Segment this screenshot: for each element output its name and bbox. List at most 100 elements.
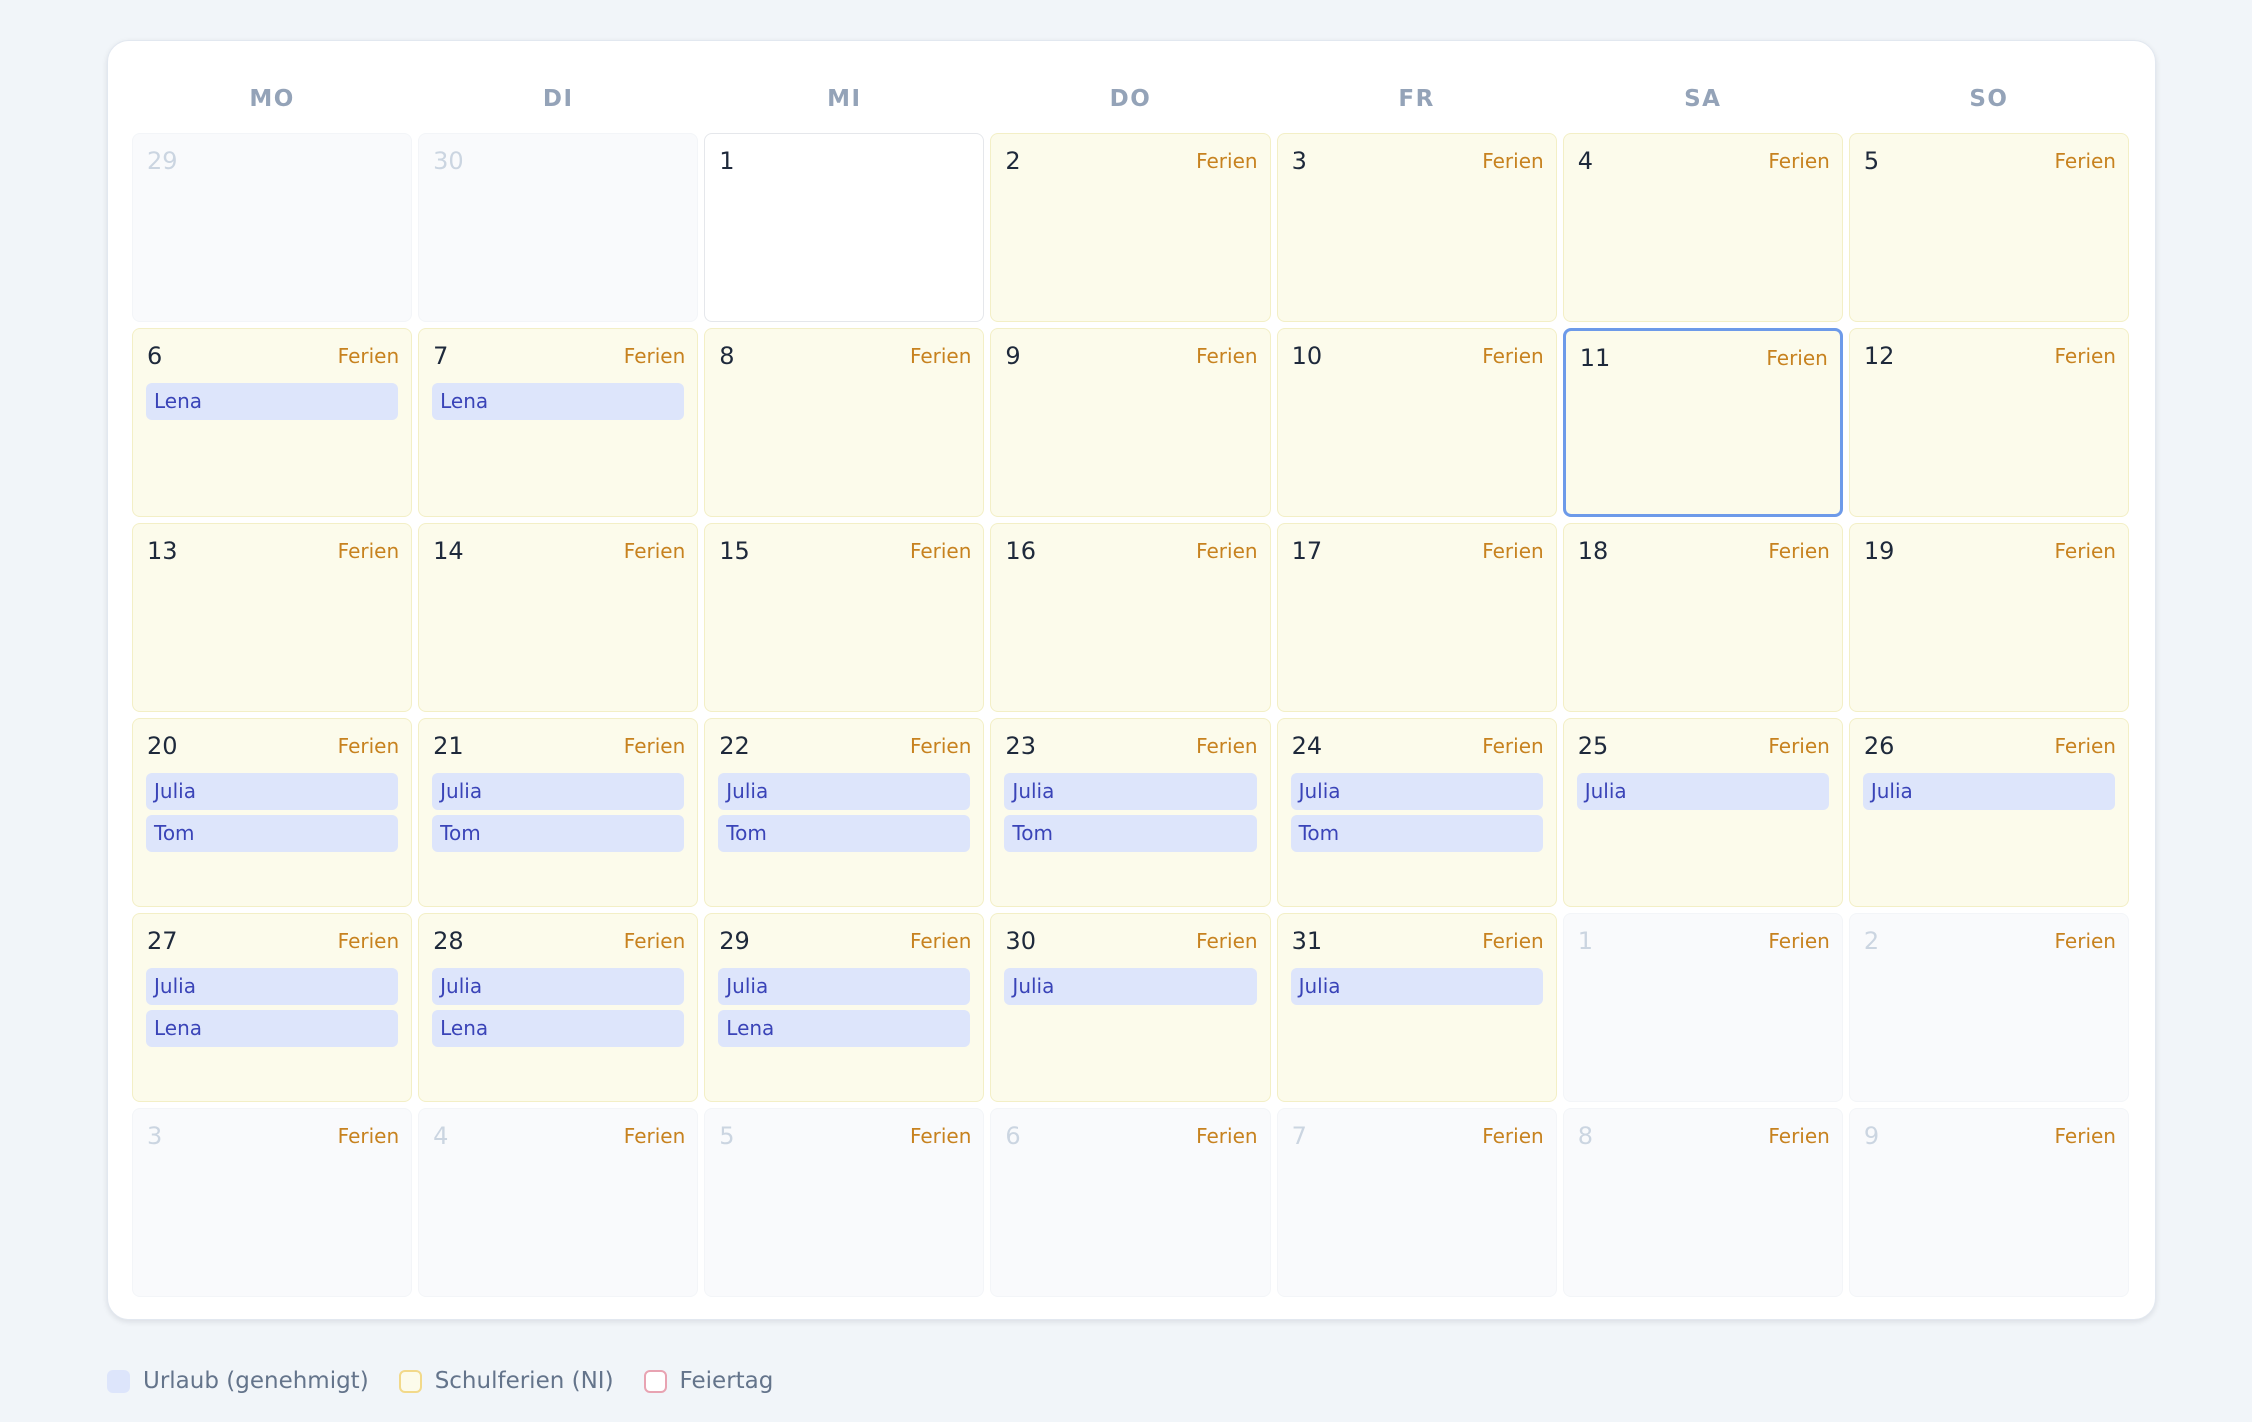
vacation-event[interactable]: Julia	[432, 968, 685, 1005]
calendar-day[interactable]: 19 Ferien	[1848, 523, 2129, 712]
legend-label-school: Schulferien (NI)	[434, 1368, 614, 1394]
calendar-day[interactable]: 28 Ferien Julia Lena	[418, 913, 699, 1102]
vacation-event[interactable]: Julia	[1576, 773, 1829, 810]
vacation-event[interactable]: Julia	[1290, 968, 1543, 1005]
school-holiday-tag: Ferien	[2054, 539, 2116, 563]
calendar-day[interactable]: 13 Ferien	[132, 523, 413, 712]
vacation-event[interactable]: Lena	[146, 383, 399, 420]
school-holiday-tag: Ferien	[1482, 734, 1544, 758]
event-list: Julia	[1576, 773, 1829, 810]
calendar-day[interactable]: 22 Ferien Julia Tom	[704, 718, 985, 907]
legend-item-holiday: Feiertag	[643, 1368, 773, 1394]
calendar-day[interactable]: 6 Ferien Lena	[132, 328, 413, 517]
school-holiday-tag: Ferien	[909, 734, 972, 758]
calendar-day[interactable]: 26 Ferien Julia	[1848, 718, 2129, 907]
day-number: 15	[719, 537, 750, 565]
calendar-day[interactable]: 9 Ferien	[1848, 1108, 2129, 1297]
calendar-day[interactable]: 3 Ferien	[1276, 133, 1557, 322]
vacation-event[interactable]: Lena	[432, 383, 685, 420]
day-number: 29	[147, 147, 178, 175]
vacation-event[interactable]: Julia	[718, 968, 971, 1005]
calendar-day[interactable]: 1	[704, 133, 985, 322]
school-holiday-tag: Ferien	[623, 734, 686, 758]
calendar-day[interactable]: 2 Ferien	[990, 133, 1271, 322]
calendar-day[interactable]: 18 Ferien	[1562, 523, 1843, 712]
vacation-event[interactable]: Tom	[1290, 815, 1543, 852]
day-number: 7	[433, 342, 449, 370]
calendar-day[interactable]: 8 Ferien	[1562, 1108, 1843, 1297]
vacation-event[interactable]: Julia	[1004, 773, 1257, 810]
calendar-day[interactable]: 25 Ferien Julia	[1562, 718, 1843, 907]
school-holiday-tag: Ferien	[1768, 929, 1830, 953]
day-number: 9	[1863, 1122, 1880, 1150]
calendar-day[interactable]: 6 Ferien	[990, 1108, 1271, 1297]
calendar-day[interactable]: 30	[418, 133, 699, 322]
school-holiday-tag: Ferien	[1482, 1124, 1544, 1148]
event-list: Julia Lena	[146, 968, 399, 1047]
calendar-day[interactable]: 16 Ferien	[990, 523, 1271, 712]
calendar-day[interactable]: 1 Ferien	[1562, 913, 1843, 1102]
weekday-header: MO DI MI DO FR SA SO	[132, 79, 2129, 119]
calendar-day[interactable]: 31 Ferien Julia	[1276, 913, 1557, 1102]
event-list: Julia Tom	[146, 773, 399, 852]
calendar-day[interactable]: 5 Ferien	[704, 1108, 985, 1297]
calendar-day[interactable]: 12 Ferien	[1848, 328, 2129, 517]
vacation-event[interactable]: Julia	[432, 773, 685, 810]
school-holiday-tag: Ferien	[623, 539, 686, 563]
vacation-event[interactable]: Julia	[718, 773, 971, 810]
calendar-day-today[interactable]: 11 Ferien	[1562, 328, 1843, 517]
calendar-day[interactable]: 4 Ferien	[1562, 133, 1843, 322]
vacation-event[interactable]: Lena	[146, 1010, 399, 1047]
calendar-day[interactable]: 14 Ferien	[418, 523, 699, 712]
month-grid: 29 30 1 2 Ferien 3 Ferien 4 Ferien 5 Ferien 6 Ferien…	[132, 133, 2129, 1297]
vacation-event[interactable]: Julia	[146, 773, 399, 810]
vacation-event[interactable]: Julia	[1004, 968, 1257, 1005]
calendar-day[interactable]: 27 Ferien Julia Lena	[132, 913, 413, 1102]
day-number: 2	[1005, 147, 1021, 175]
event-list: Julia Lena	[432, 968, 685, 1047]
vacation-event[interactable]: Julia	[1290, 773, 1543, 810]
event-list: Julia Lena	[718, 968, 971, 1047]
vacation-event[interactable]: Lena	[432, 1010, 685, 1047]
vacation-event[interactable]: Tom	[718, 815, 971, 852]
calendar-day[interactable]: 30 Ferien Julia	[990, 913, 1271, 1102]
vacation-event[interactable]: Lena	[718, 1010, 971, 1047]
calendar-day[interactable]: 24 Ferien Julia Tom	[1276, 718, 1557, 907]
vacation-event[interactable]: Tom	[432, 815, 685, 852]
vacation-event[interactable]: Julia	[1862, 773, 2115, 810]
vacation-event[interactable]: Tom	[146, 815, 399, 852]
calendar-day[interactable]: 10 Ferien	[1276, 328, 1557, 517]
school-holiday-tag: Ferien	[1196, 149, 1258, 173]
calendar-day[interactable]: 8 Ferien	[704, 328, 985, 517]
school-holiday-swatch	[398, 1369, 422, 1393]
calendar-day[interactable]: 29 Ferien Julia Lena	[704, 913, 985, 1102]
legend-item-vacation: Urlaub (genehmigt)	[107, 1368, 369, 1394]
school-holiday-tag: Ferien	[2054, 1124, 2116, 1148]
calendar-day[interactable]: 2 Ferien	[1848, 913, 2129, 1102]
day-number: 6	[1005, 1122, 1021, 1150]
calendar-day[interactable]: 15 Ferien	[704, 523, 985, 712]
vacation-event[interactable]: Julia	[146, 968, 399, 1005]
calendar-day[interactable]: 3 Ferien	[132, 1108, 413, 1297]
day-number: 26	[1863, 732, 1895, 760]
day-number: 8	[719, 342, 735, 370]
calendar-day[interactable]: 17 Ferien	[1276, 523, 1557, 712]
school-holiday-tag: Ferien	[909, 929, 972, 953]
school-holiday-tag: Ferien	[1196, 734, 1258, 758]
day-number: 1	[719, 147, 735, 175]
calendar-day[interactable]: 9 Ferien	[990, 328, 1271, 517]
weekday-mo: MO	[249, 86, 295, 112]
calendar-day[interactable]: 5 Ferien	[1848, 133, 2129, 322]
calendar-day[interactable]: 21 Ferien Julia Tom	[418, 718, 699, 907]
calendar-day[interactable]: 7 Ferien Lena	[418, 328, 699, 517]
calendar-day[interactable]: 7 Ferien	[1276, 1108, 1557, 1297]
calendar-day[interactable]: 29	[132, 133, 413, 322]
school-holiday-tag: Ferien	[337, 929, 400, 953]
calendar-day[interactable]: 20 Ferien Julia Tom	[132, 718, 413, 907]
calendar-day[interactable]: 23 Ferien Julia Tom	[990, 718, 1271, 907]
calendar-card: MO DI MI DO FR SA SO 29 30 1 2 Ferien 3 Ferien…	[107, 40, 2156, 1320]
vacation-event[interactable]: Tom	[1004, 815, 1257, 852]
calendar-day[interactable]: 4 Ferien	[418, 1108, 699, 1297]
day-number: 13	[147, 537, 178, 565]
day-number: 5	[1863, 147, 1880, 175]
